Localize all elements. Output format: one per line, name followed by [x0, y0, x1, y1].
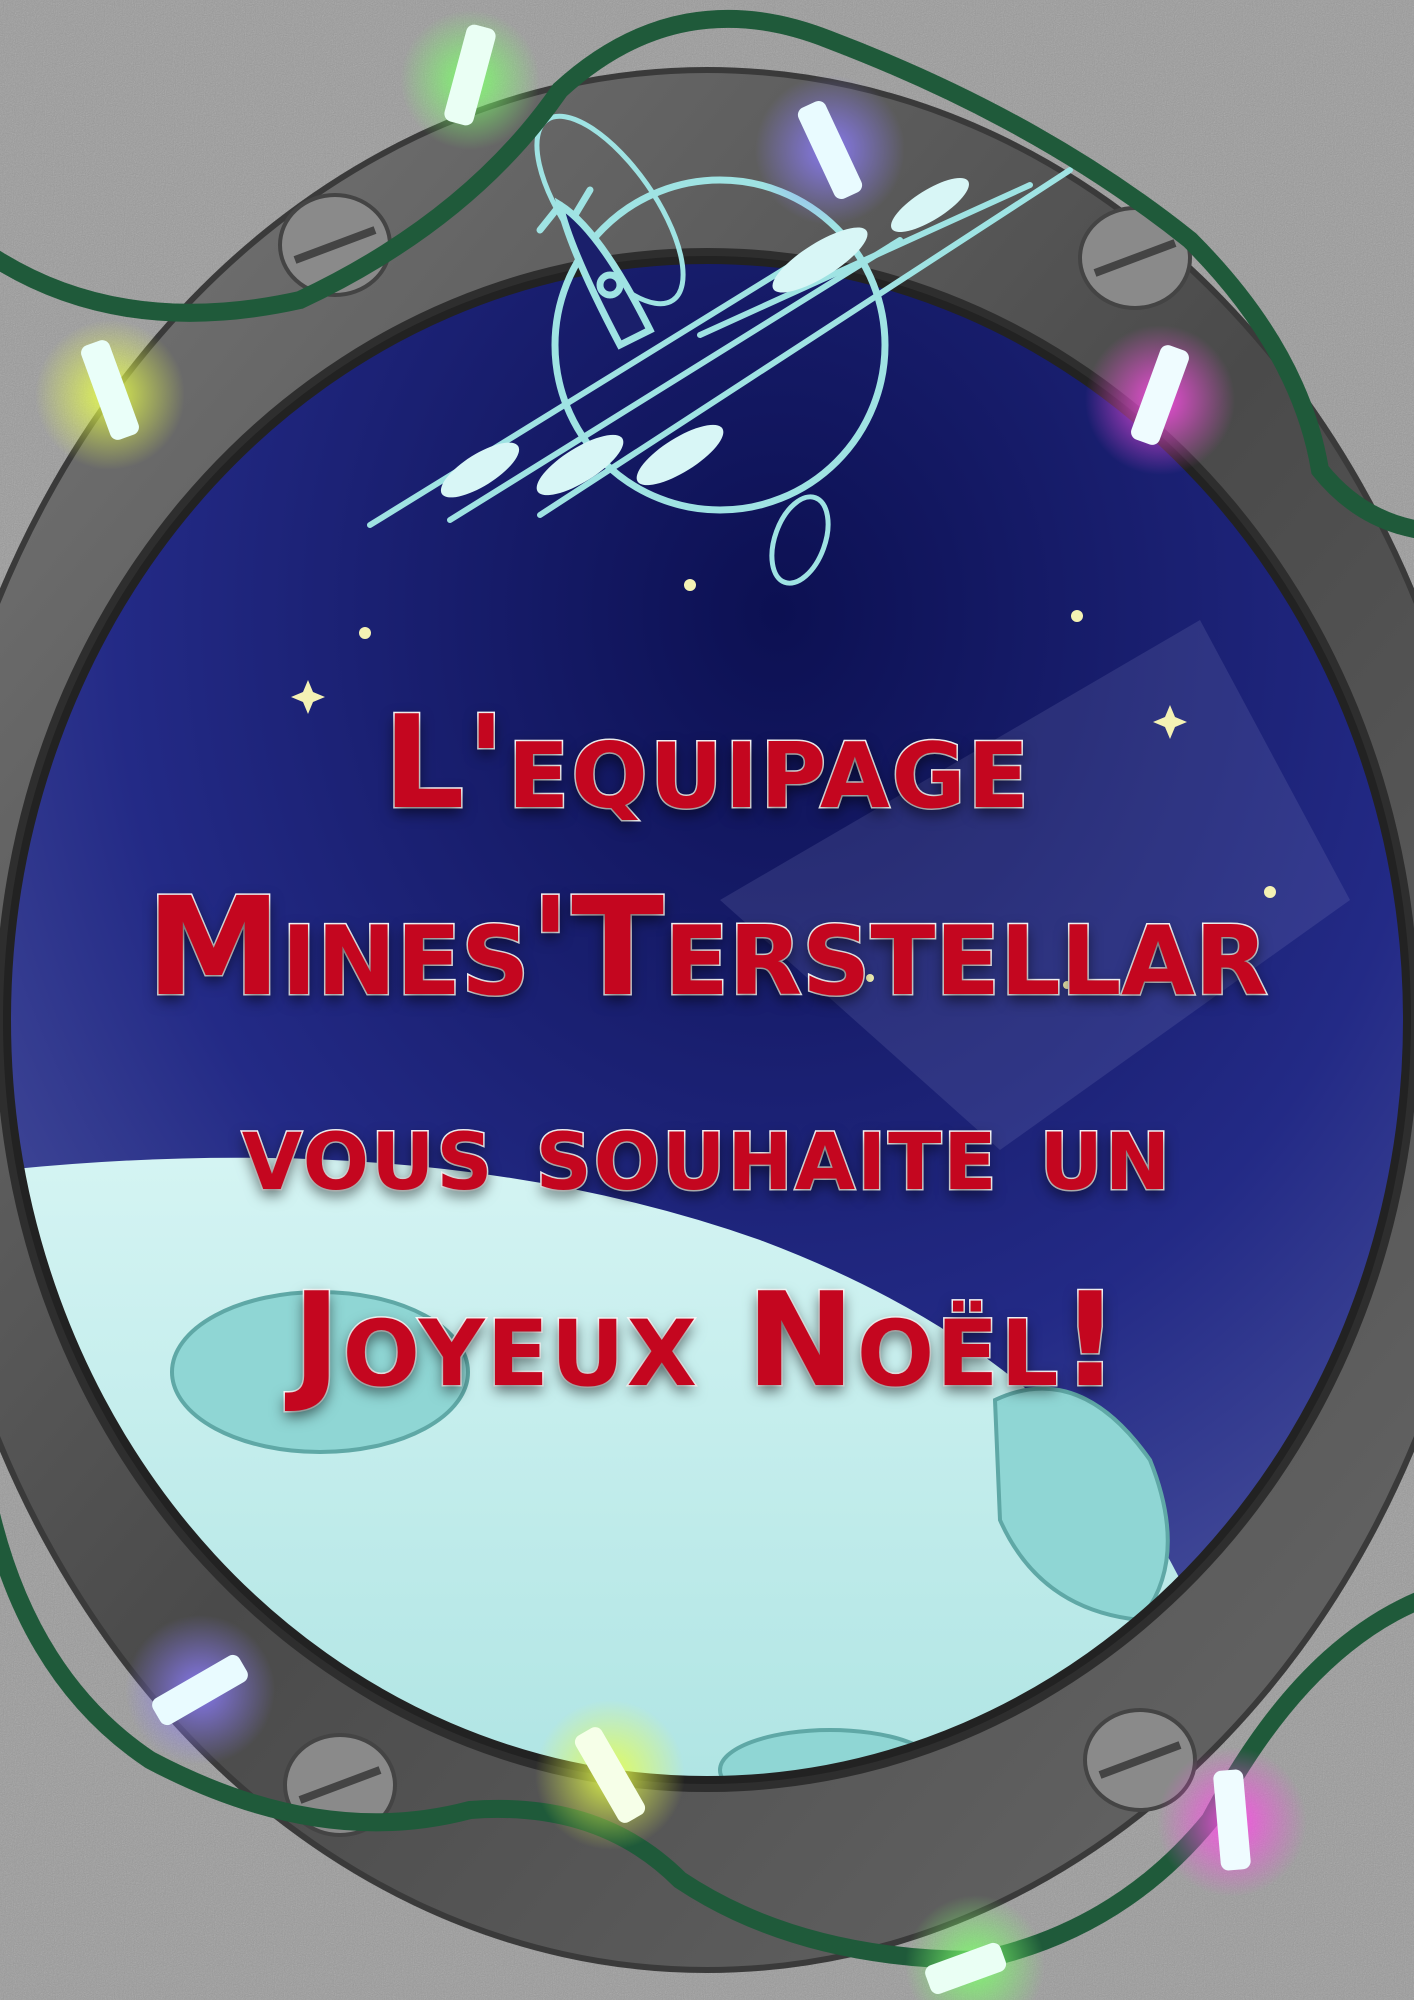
- greeting-line-2: Mines'Terstellar: [145, 869, 1270, 1027]
- greeting-line-3: vous souhaite un: [240, 1086, 1173, 1216]
- greeting-line-1: L'equipage: [381, 689, 1031, 838]
- greeting-line-4: Joyeux Noël!: [291, 1264, 1122, 1416]
